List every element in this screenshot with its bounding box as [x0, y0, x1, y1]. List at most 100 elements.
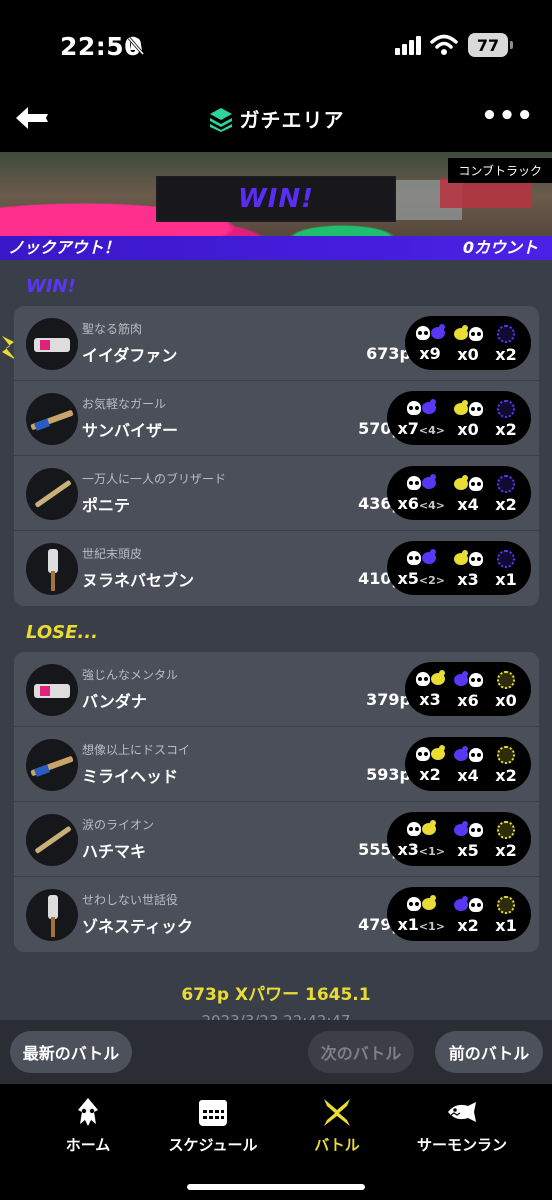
- skull-icon: [468, 898, 483, 912]
- next-battle-button[interactable]: 次のバトル: [308, 1031, 414, 1073]
- player-stats: x3 x6 x0: [405, 662, 531, 716]
- skull-icon: [468, 477, 483, 491]
- weapon-icon: [26, 543, 78, 595]
- special-count: x1: [495, 916, 517, 935]
- battle-nav-bar: 最新のバトル 次のバトル 前のバトル: [0, 1020, 552, 1084]
- kill-count: x3: [419, 690, 441, 709]
- special-stat: x2: [491, 743, 521, 785]
- skull-icon: [468, 823, 483, 837]
- special-stat: x2: [491, 472, 521, 514]
- ink-splat-icon: [430, 324, 445, 339]
- special-count: x2: [495, 841, 517, 860]
- player-row[interactable]: 涙のライオン ハチマキ 555p x3<1> x5 x2: [14, 802, 539, 877]
- death-stat: x0: [453, 322, 483, 364]
- latest-battle-button[interactable]: 最新のバトル: [10, 1031, 132, 1073]
- win-team-panel: 聖なる筋肉 イイダファン 673p x9 x0 x2 お気軽なガール サンバイザ…: [14, 306, 539, 606]
- skull-icon: [406, 476, 421, 490]
- player-title: 聖なる筋肉: [82, 322, 143, 336]
- lose-team-panel: 強じんなメンタル バンダナ 379p x3 x6 x0 想像以上にドスコイ ミラ…: [14, 652, 539, 952]
- player-row[interactable]: 想像以上にドスコイ ミライヘッド 593p x2 x4 x2: [14, 727, 539, 802]
- ink-splat-icon: [430, 670, 445, 685]
- ink-splat-icon: [430, 745, 445, 760]
- death-count: x4: [457, 766, 479, 785]
- home-indicator: [187, 1184, 365, 1190]
- special-count: x2: [495, 495, 517, 514]
- player-name: バンダナ: [82, 692, 147, 711]
- player-row[interactable]: 強じんなメンタル バンダナ 379p x3 x6 x0: [14, 652, 539, 727]
- player-name: イイダファン: [82, 346, 178, 365]
- special-count: x2: [495, 345, 517, 364]
- player-title: せわしない世話役: [82, 893, 179, 907]
- player-title: 涙のライオン: [82, 818, 155, 832]
- wifi-icon: [430, 34, 458, 55]
- kill-count: x6<4>: [397, 494, 445, 513]
- enemy-splat-icon: [453, 400, 468, 415]
- death-count: x6: [457, 691, 479, 710]
- player-name: ハチマキ: [82, 842, 147, 861]
- death-count: x3: [457, 570, 479, 589]
- special-weapon-icon: [497, 475, 515, 493]
- kill-stat: x7<4>: [397, 396, 445, 440]
- player-row[interactable]: 一万人に一人のブリザード ポニテ 436p x6<4> x4 x2: [14, 456, 539, 531]
- calendar-icon: [199, 1100, 227, 1126]
- skull-icon: [406, 551, 421, 565]
- player-stats: x6<4> x4 x2: [387, 466, 531, 520]
- ink-splat-icon: [421, 399, 436, 414]
- ink-splat-icon: [421, 895, 436, 910]
- player-row[interactable]: 聖なる筋肉 イイダファン 673p x9 x0 x2: [14, 306, 539, 381]
- special-stat: x2: [491, 322, 521, 364]
- tab-bar: ホーム スケジュール バトル サーモンラン: [0, 1084, 552, 1200]
- battle-icon: [324, 1099, 350, 1126]
- weapon-icon: [26, 889, 78, 941]
- enemy-splat-icon: [453, 325, 468, 340]
- tab-salmon-run[interactable]: サーモンラン: [402, 1096, 522, 1155]
- player-stats: x3<1> x5 x2: [387, 812, 531, 866]
- skull-icon: [468, 748, 483, 762]
- player-title: 強じんなメンタル: [82, 668, 179, 682]
- tab-battle[interactable]: バトル: [277, 1096, 397, 1155]
- player-title: 想像以上にドスコイ: [82, 743, 191, 757]
- battery-indicator: 77: [468, 33, 513, 57]
- ink-splat-icon: [421, 820, 436, 835]
- kill-stat: x1<1>: [397, 892, 445, 936]
- death-count: x5: [457, 841, 479, 860]
- special-stat: x2: [491, 818, 521, 860]
- death-stat: x2: [453, 893, 483, 935]
- player-name: サンバイザー: [82, 421, 179, 440]
- player-points: 379p: [366, 690, 411, 709]
- player-name: ゾネスティック: [82, 917, 194, 936]
- special-weapon-icon: [497, 400, 515, 418]
- tab-schedule[interactable]: スケジュール: [153, 1096, 273, 1155]
- battle-date: 2023/3/23 22:42:47: [0, 1012, 552, 1020]
- player-row[interactable]: お気軽なガール サンバイザー 570p x7<4> x0 x2: [14, 381, 539, 456]
- player-row[interactable]: せわしない世話役 ゾネスティック 479p x1<1> x2 x1: [14, 877, 539, 952]
- kill-stat: x3<1>: [397, 817, 445, 861]
- weapon-icon: [26, 393, 78, 445]
- player-name: ヌラネバセブン: [82, 571, 195, 590]
- page-title: ガチエリア: [239, 108, 345, 132]
- previous-battle-button[interactable]: 前のバトル: [435, 1031, 543, 1073]
- tab-salmon-label: サーモンラン: [416, 1136, 507, 1154]
- kill-stat: x3: [415, 667, 445, 711]
- player-title: 一万人に一人のブリザード: [82, 472, 227, 486]
- weapon-icon: [26, 664, 78, 716]
- special-count: x1: [495, 570, 517, 589]
- player-points: 593p: [366, 765, 411, 784]
- player-stats: x1<1> x2 x1: [387, 887, 531, 941]
- death-count: x0: [457, 345, 479, 364]
- death-count: x4: [457, 495, 479, 514]
- player-row[interactable]: 世紀末頭皮 ヌラネバセブン 410p x5<2> x3 x1: [14, 531, 539, 606]
- special-count: x2: [495, 420, 517, 439]
- win-section-label: WIN!: [26, 276, 76, 297]
- tab-home[interactable]: ホーム: [28, 1096, 148, 1155]
- special-weapon-icon: [497, 325, 515, 343]
- battle-detail[interactable]: WIN! 聖なる筋肉 イイダファン 673p x9 x0 x2 お気軽なガール …: [0, 260, 552, 1020]
- death-stat: x6: [453, 668, 483, 710]
- lose-section-label: LOSE...: [26, 622, 98, 643]
- cellular-signal-icon: [395, 36, 421, 55]
- ink-splat-icon: [421, 474, 436, 489]
- death-stat: x4: [453, 743, 483, 785]
- more-options-icon[interactable]: •••: [481, 103, 534, 129]
- death-stat: x3: [453, 547, 483, 589]
- skull-icon: [468, 552, 483, 566]
